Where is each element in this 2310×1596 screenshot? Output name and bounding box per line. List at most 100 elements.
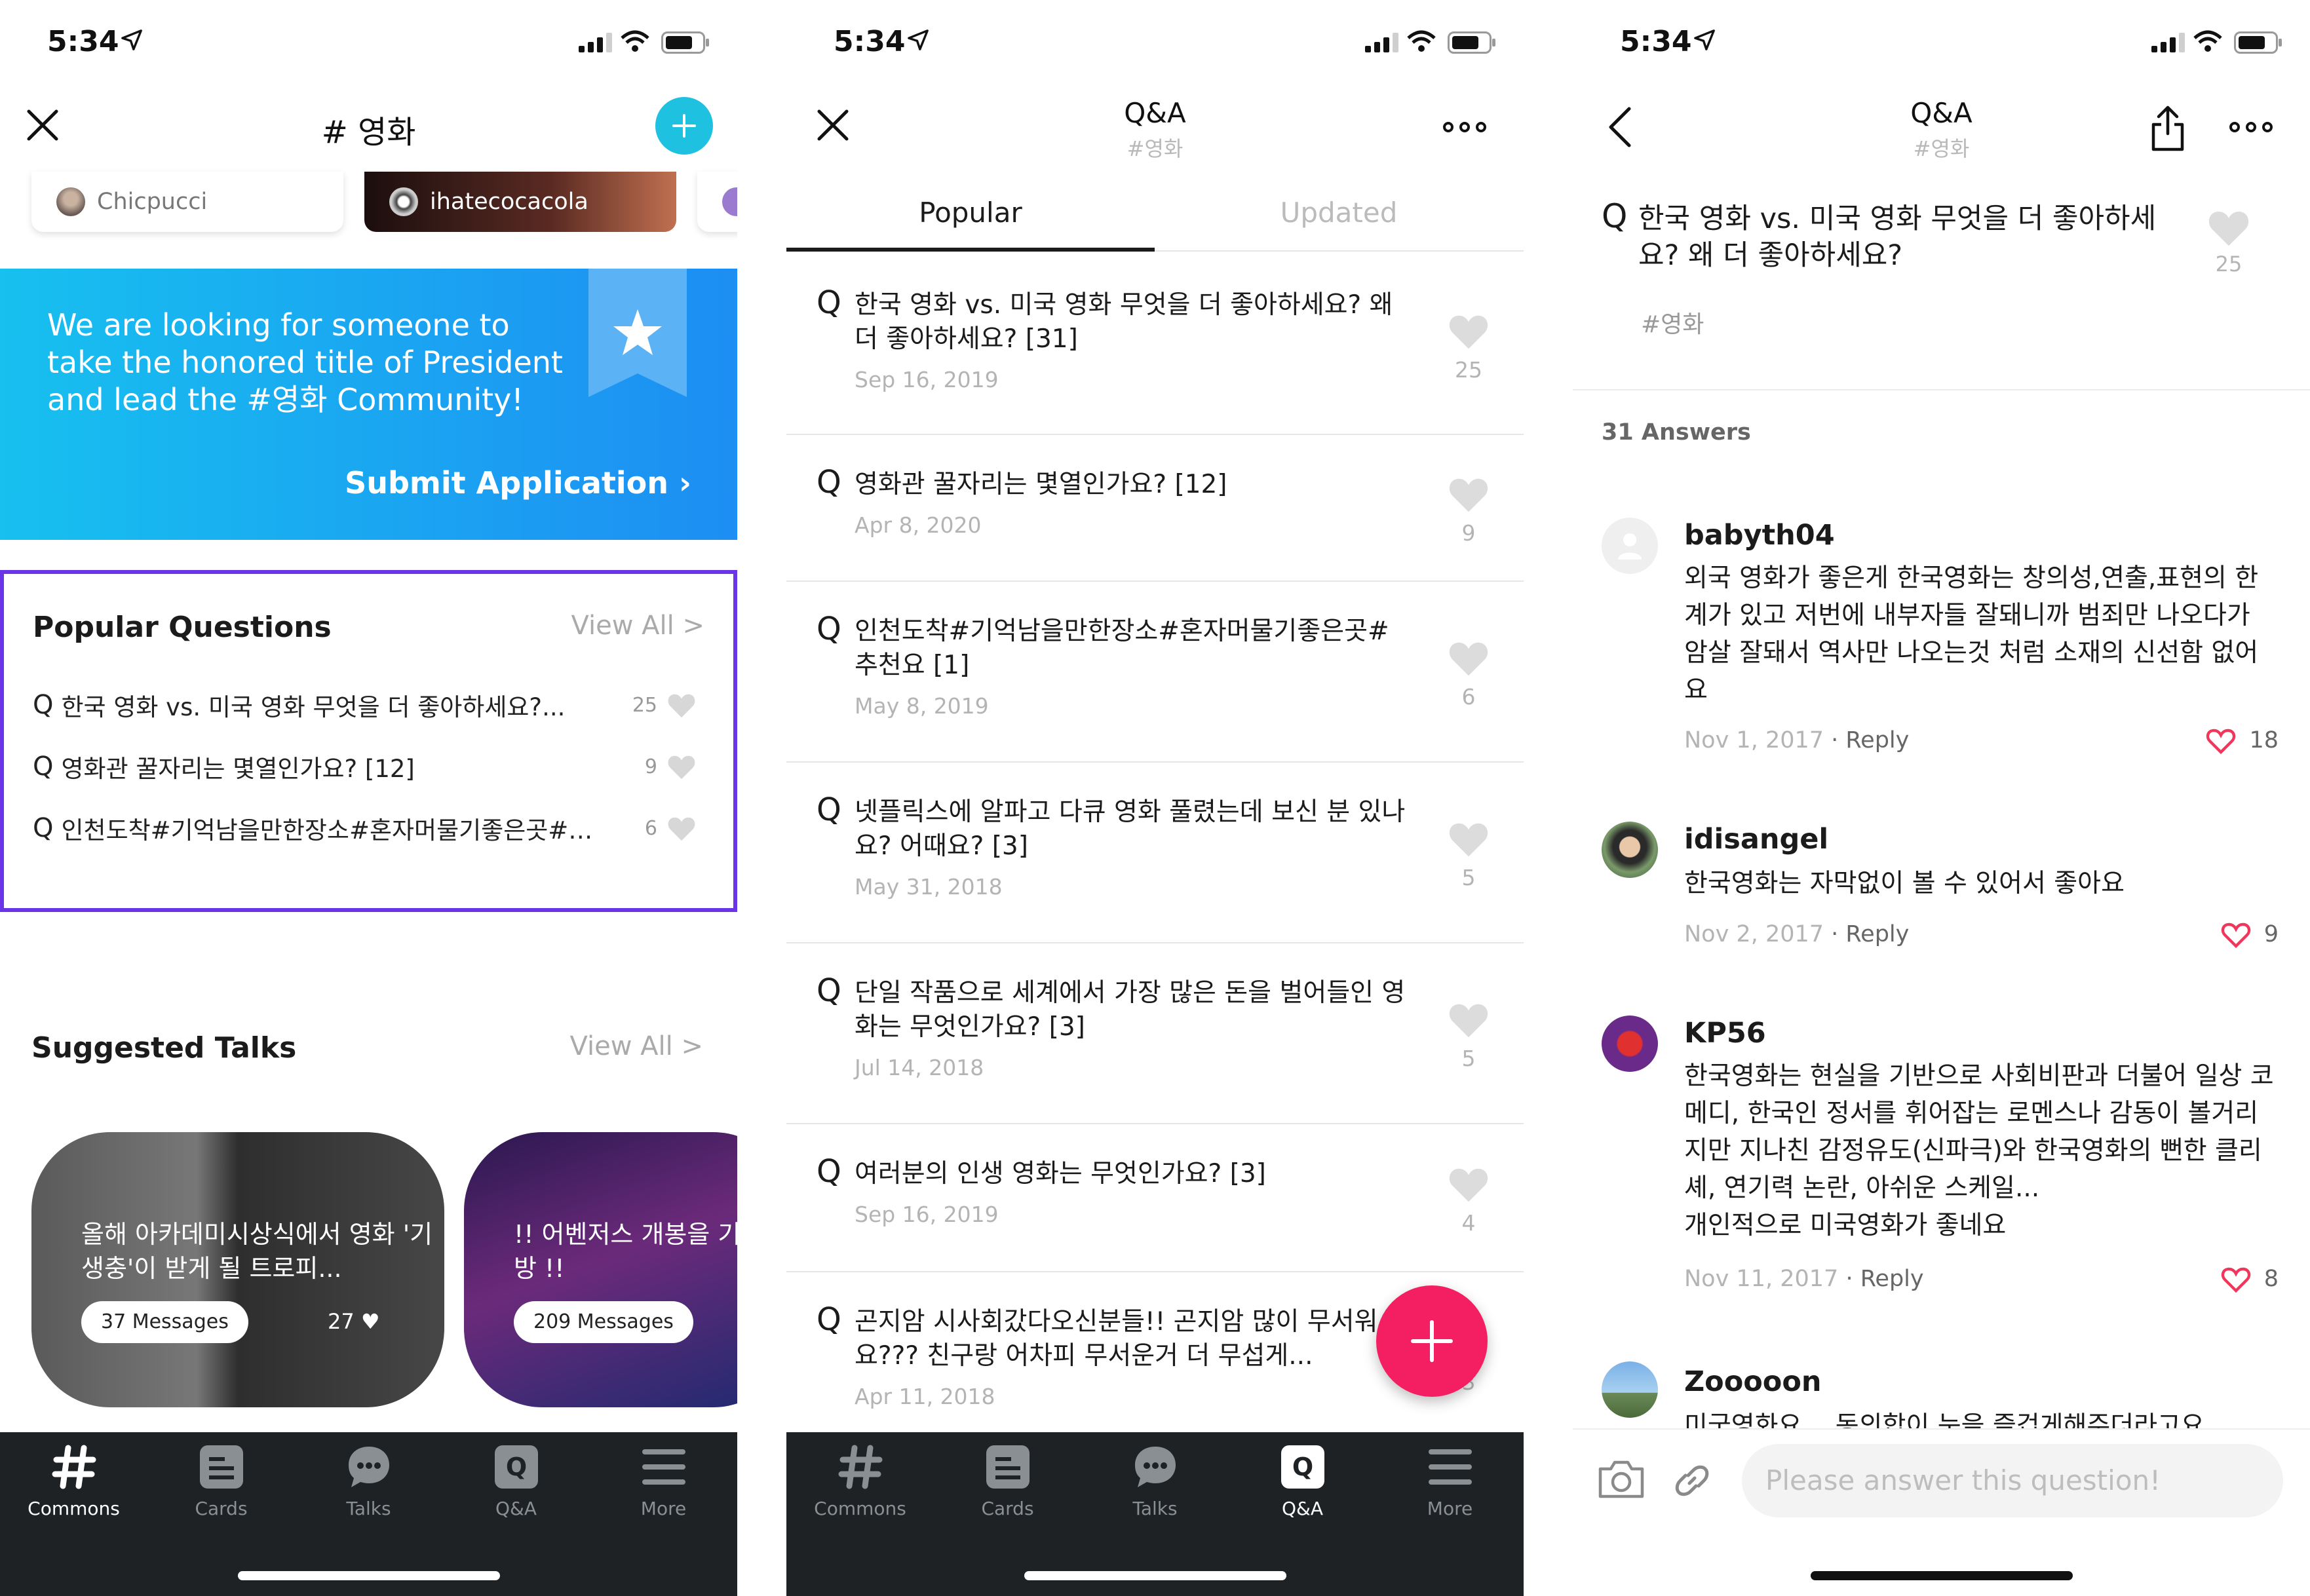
popular-question-row[interactable]: Q 영화관 꿀자리는 몇열인가요? [12] 9 xyxy=(33,747,697,786)
tab-qa[interactable]: Q Q&A xyxy=(1229,1444,1376,1519)
tab-more[interactable]: More xyxy=(590,1444,737,1519)
tab-talks[interactable]: Talks xyxy=(1081,1444,1229,1519)
question-row[interactable]: Q 넷플릭스에 알파고 다큐 영화 풀렸는데 보신 분 있나요? 어때요? [3]… xyxy=(786,763,1524,943)
view-all-link[interactable]: View All > xyxy=(570,1031,703,1061)
reply-link[interactable]: · Reply xyxy=(1831,921,1909,947)
user-card[interactable]: Chicpucci xyxy=(31,172,343,232)
avatar[interactable] xyxy=(1602,1361,1658,1418)
question-text: 한국 영화 vs. 미국 영화 무엇을 더 좋아하세요? 왜 더 좋아하세요? … xyxy=(855,290,1393,354)
question-tag[interactable]: #영화 xyxy=(1641,305,1704,339)
answer-author[interactable]: idisangel xyxy=(1684,823,1828,856)
more-icon[interactable] xyxy=(2228,121,2274,134)
like-count: 9 xyxy=(1461,520,1476,546)
answer-author[interactable]: babyth04 xyxy=(1684,519,1835,552)
talk-card[interactable]: !! 어벤저스 개봉을 기다 방 !! 209 Messages xyxy=(464,1132,737,1407)
question-text: 넷플릭스에 알파고 다큐 영화 풀렸는데 보신 분 있나요? 어때요? [3] xyxy=(855,797,1406,861)
question-row[interactable]: Q 단일 작품으로 세계에서 가장 많은 돈을 벌어들인 영화는 무엇인가요? [… xyxy=(786,943,1524,1124)
heart-icon[interactable] xyxy=(1446,474,1491,514)
hash-icon xyxy=(52,1445,96,1489)
like-count: 4 xyxy=(1461,1210,1476,1236)
user-card[interactable]: ihatecocacola xyxy=(364,172,676,232)
tab-qa[interactable]: Q Q&A xyxy=(442,1444,590,1519)
president-banner[interactable]: We are looking for someone to take the h… xyxy=(0,269,737,540)
nav-bar: Q&A #영화 xyxy=(786,92,1524,170)
heart-icon[interactable] xyxy=(1446,638,1491,677)
view-all-link[interactable]: View All > xyxy=(571,611,704,641)
tab-bar: Commons Cards Talks Q Q&A More xyxy=(0,1432,737,1596)
answer-meta: Nov 1, 2017 · Reply xyxy=(1684,727,1909,753)
chevron-right-icon: › xyxy=(679,465,691,501)
popular-questions-title: Popular Questions xyxy=(33,611,332,644)
share-icon[interactable] xyxy=(2149,105,2186,152)
question-text: 인천도착#기억남을만한장소#혼자머물기좋은곳#추천요 [1] xyxy=(855,617,1389,680)
add-button[interactable] xyxy=(655,97,713,155)
avatar xyxy=(722,187,737,216)
tab-popular[interactable]: Popular xyxy=(786,197,1155,229)
avatar[interactable] xyxy=(1602,518,1658,574)
heart-icon[interactable] xyxy=(666,691,697,719)
answer-date: Nov 1, 2017 xyxy=(1684,727,1824,753)
wifi-icon xyxy=(621,30,649,52)
heart-icon[interactable] xyxy=(666,814,697,842)
question-date: Sep 16, 2019 xyxy=(855,367,999,392)
heart-icon[interactable] xyxy=(2206,207,2252,248)
q-marker: Q xyxy=(817,1301,841,1338)
heart-icon[interactable] xyxy=(1446,311,1491,351)
hash-icon xyxy=(838,1445,882,1489)
tab-talks[interactable]: Talks xyxy=(295,1444,442,1519)
answer-author[interactable]: Zooooon xyxy=(1684,1365,1822,1398)
tab-bar: Commons Cards Talks Q Q&A More xyxy=(786,1432,1524,1596)
heart-icon[interactable] xyxy=(666,753,697,780)
question-date: May 31, 2018 xyxy=(855,874,1003,900)
question-row[interactable]: Q 한국 영화 vs. 미국 영화 무엇을 더 좋아하세요? 왜 더 좋아하세요?… xyxy=(786,256,1524,435)
question-row[interactable]: Q 여러분의 인생 영화는 무엇인가요? [3] Sep 16, 2019 4 xyxy=(786,1124,1524,1272)
page-title: # 영화 xyxy=(321,114,416,151)
reply-link[interactable]: · Reply xyxy=(1845,1266,1923,1292)
page-title: Q&A xyxy=(1910,97,1973,129)
user-card[interactable] xyxy=(697,172,737,232)
heart-icon[interactable] xyxy=(1446,1000,1491,1039)
popular-question-row[interactable]: Q 한국 영화 vs. 미국 영화 무엇을 더 좋아하세요?... 25 xyxy=(33,685,697,725)
more-icon[interactable] xyxy=(1442,121,1488,134)
wifi-icon xyxy=(2193,30,2222,52)
question-date: Jul 14, 2018 xyxy=(855,1055,984,1080)
tab-label: Talks xyxy=(1132,1498,1178,1519)
link-icon[interactable] xyxy=(1672,1461,1712,1500)
heart-outline-icon xyxy=(2221,922,2250,949)
tab-cards[interactable]: Cards xyxy=(934,1444,1081,1519)
location-arrow-icon xyxy=(908,29,929,50)
answer-like[interactable]: 18 xyxy=(2204,726,2279,755)
submit-application-button[interactable]: Submit Application › xyxy=(345,465,691,501)
tab-label: More xyxy=(1427,1498,1473,1519)
qa-icon: Q xyxy=(1280,1445,1324,1489)
tab-commons[interactable]: Commons xyxy=(786,1444,934,1519)
answer-input[interactable]: Please answer this question! xyxy=(1742,1444,2283,1517)
heart-icon: ♥ xyxy=(360,1309,380,1334)
add-question-button[interactable] xyxy=(1376,1285,1488,1397)
qa-tabs: Popular Updated xyxy=(786,190,1524,252)
question-row[interactable]: Q 영화관 꿀자리는 몇열인가요? [12] Apr 8, 2020 9 xyxy=(786,435,1524,582)
heart-icon[interactable] xyxy=(1446,1164,1491,1204)
avatar[interactable] xyxy=(1602,822,1658,878)
answer-author[interactable]: KP56 xyxy=(1684,1017,1766,1050)
question-row[interactable]: Q 인천도착#기억남을만한장소#혼자머물기좋은곳#추천요 [1] May 8, 20… xyxy=(786,582,1524,763)
battery-icon xyxy=(661,31,709,54)
answer-like[interactable]: 8 xyxy=(2220,1264,2279,1293)
question-text: 영화관 꿀자리는 몇열인가요? [12] xyxy=(61,755,415,783)
popular-question-row[interactable]: Q 인천도착#기억남을만한장소#혼자머물기좋은곳#… 6 xyxy=(33,808,697,848)
commons-screen: 5:34 # 영화 Chicpucci ihatecocacola We are… xyxy=(0,0,737,1596)
tab-label: Talks xyxy=(346,1498,391,1519)
talk-card[interactable]: 올해 아카데미시상식에서 영화 '기생충'이 받게 될 트로피... 37 Me… xyxy=(31,1132,444,1407)
tab-commons[interactable]: Commons xyxy=(0,1444,147,1519)
answer-text: 한국영화는 현실을 기반으로 사회비판과 더불어 일상 코메디, 한국인 정서를… xyxy=(1684,1061,2274,1240)
divider xyxy=(1573,389,2310,390)
camera-icon[interactable] xyxy=(1596,1458,1646,1500)
avatar[interactable] xyxy=(1602,1016,1658,1072)
reply-link[interactable]: · Reply xyxy=(1831,727,1909,753)
tab-updated[interactable]: Updated xyxy=(1155,197,1523,229)
tab-more[interactable]: More xyxy=(1376,1444,1524,1519)
tab-cards[interactable]: Cards xyxy=(147,1444,295,1519)
answer-like[interactable]: 9 xyxy=(2220,920,2279,949)
heart-icon[interactable] xyxy=(1446,819,1491,858)
like-count: 6 xyxy=(1461,684,1476,710)
